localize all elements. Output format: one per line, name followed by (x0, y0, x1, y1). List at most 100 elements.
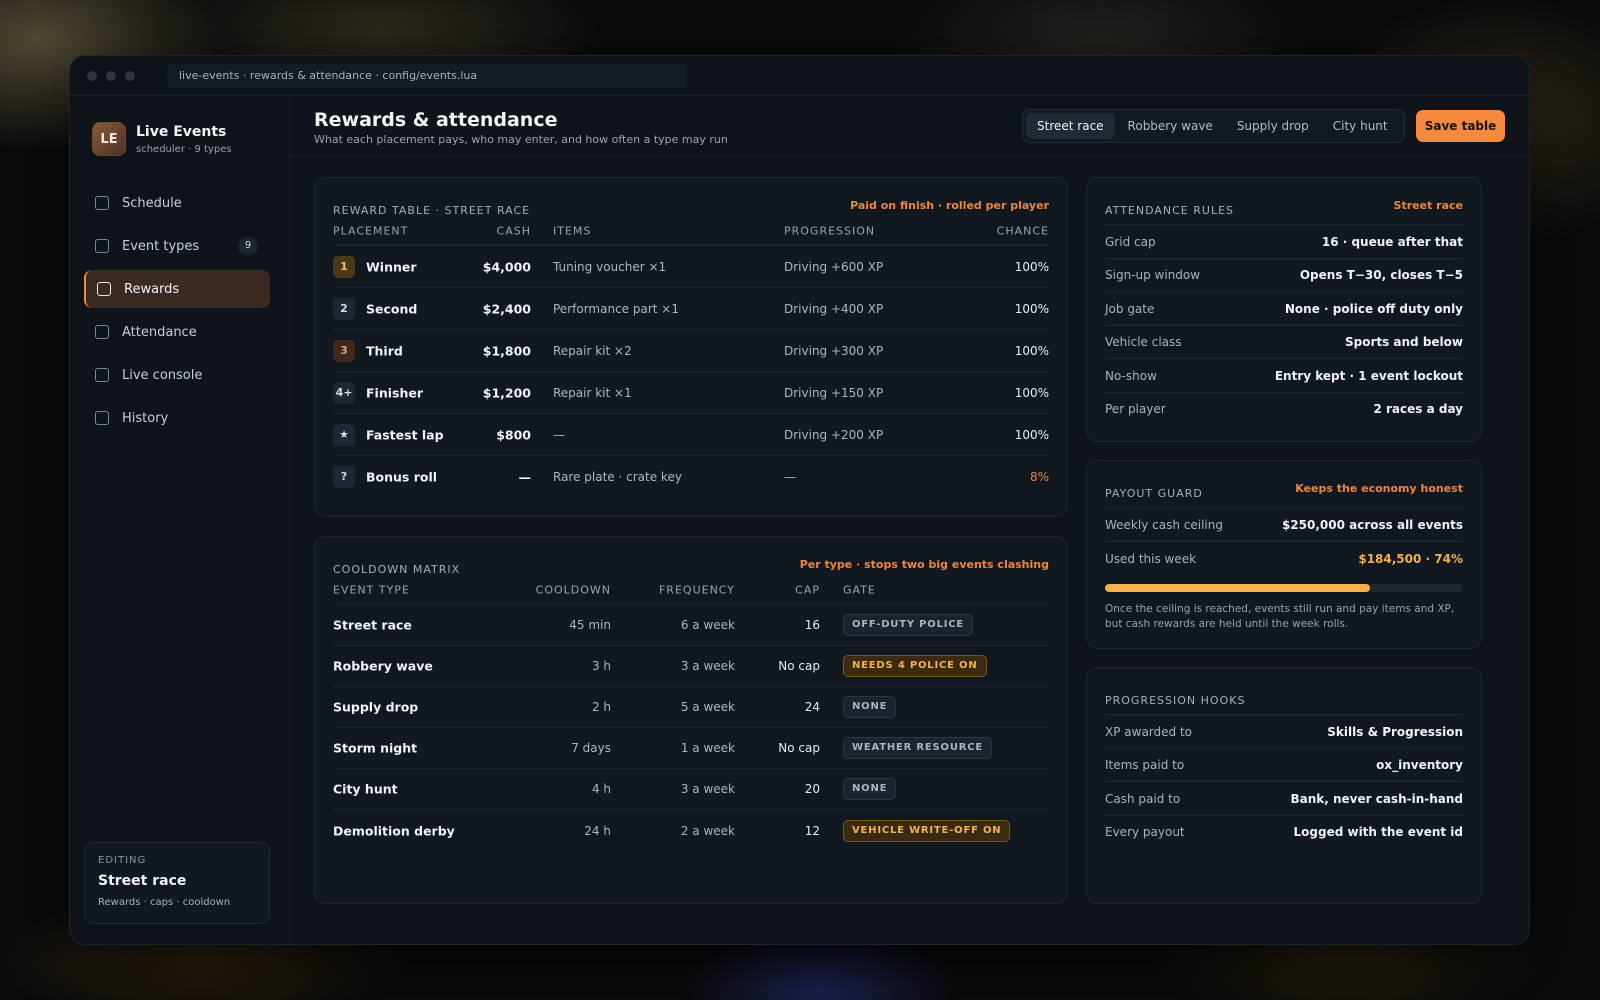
info-row: Cash paid to Bank, never cash-in-hand (1105, 781, 1463, 815)
row-key: No-show (1105, 368, 1157, 383)
brand-name: Live Events (136, 123, 227, 140)
frequency-value: 3 a week (680, 782, 735, 796)
cap-value: 24 (804, 700, 820, 714)
frequency-value: 1 a week (680, 741, 735, 755)
title-bar: live-events · rewards & attendance · con… (70, 56, 1529, 96)
close-window-dot[interactable] (87, 70, 97, 81)
tab-city-hunt[interactable]: City hunt (1322, 113, 1399, 139)
info-row: Sign-up window Opens T−30, closes T−5 (1105, 257, 1463, 292)
checkbox-icon (95, 325, 109, 339)
cooldown-value: 2 h (591, 700, 611, 714)
event-type-name: Demolition derby (333, 823, 455, 838)
placement-name: Finisher (366, 385, 423, 400)
cap-value: 20 (804, 782, 820, 796)
chance-value: 100% (1014, 385, 1049, 400)
table-row[interactable]: 3 Third $1,800 Repair kit ×2 Driving +300 XP… (333, 330, 1049, 372)
column-header: EVENT TYPE (333, 583, 410, 596)
table-row[interactable]: 1 Winner $4,000 Tuning voucher ×1 Driving +6… (333, 246, 1049, 288)
cash-value: $1,200 (482, 385, 531, 400)
sidebar-item-label: Event types (122, 238, 200, 254)
sidebar-item-label: Live console (122, 367, 203, 383)
chance-value: 100% (1014, 427, 1049, 442)
cooldown-value: 45 min (569, 618, 611, 632)
editing-kicker: EDITING (98, 855, 147, 866)
used-row: Used this week $184,500 · 74% (1105, 541, 1463, 575)
sidebar-item-rewards[interactable]: Rewards (84, 270, 270, 308)
main-area: Rewards & attendance What each placement… (290, 96, 1529, 944)
row-key: Every payout (1105, 825, 1185, 839)
sidebar: LE Live Events scheduler · 9 types Sched… (70, 96, 290, 944)
card-note: Keeps the economy honest (1295, 482, 1463, 495)
sidebar-item-schedule[interactable]: Schedule (84, 184, 270, 222)
row-key: Items paid to (1105, 758, 1185, 772)
column-header: CAP (795, 583, 820, 596)
table-row[interactable]: Robbery wave 3 h 3 a week No cap NEEDS 4 POL… (333, 646, 1049, 687)
frequency-value: 5 a week (680, 700, 735, 714)
info-row: Per player 2 races a day (1105, 391, 1463, 426)
address-bar[interactable]: live-events · rewards & attendance · con… (167, 63, 687, 88)
chance-value: 100% (1014, 301, 1049, 316)
tab-robbery-wave[interactable]: Robbery wave (1117, 113, 1224, 139)
gate-badge: NEEDS 4 POLICE ON (843, 655, 987, 677)
row-value: Entry kept · 1 event lockout (1274, 368, 1463, 383)
table-row[interactable]: Street race 45 min 6 a week 16 OFF-DUTY POLI… (333, 605, 1049, 646)
event-type-name: Storm night (333, 740, 418, 756)
cap-value: No cap (778, 659, 820, 673)
progression-hooks-card: PROGRESSION HOOKS XP awarded to Skills & … (1086, 667, 1482, 904)
cap-value: No cap (778, 741, 820, 755)
cooldown-matrix-card: COOLDOWN MATRIX Per type · stops two big… (314, 536, 1068, 904)
tab-supply-drop[interactable]: Supply drop (1226, 113, 1320, 139)
cash-value: $800 (496, 427, 531, 442)
card-note: Paid on finish · rolled per player (850, 199, 1049, 212)
row-key: Job gate (1105, 301, 1155, 316)
row-value: 2 races a day (1373, 402, 1463, 416)
progression-value: Driving +150 XP (784, 385, 884, 400)
attendance-rules-card: ATTENDANCE RULES Street race Grid cap 16 … (1086, 177, 1482, 442)
placement-badge: ★ (333, 423, 355, 446)
placement-name: Bonus roll (366, 469, 438, 485)
guard-explanation: Once the ceiling is reached, events stil… (1105, 603, 1455, 630)
page-header: Rewards & attendance What each placement… (290, 96, 1529, 156)
sidebar-item-label: Attendance (122, 324, 197, 340)
sidebar-item-history[interactable]: History (84, 399, 270, 437)
maximize-window-dot[interactable] (125, 70, 135, 81)
table-header: EVENT TYPE COOLDOWN FREQUENCY CAP GATE (333, 575, 1049, 605)
progression-value: Driving +600 XP (784, 259, 884, 274)
table-row[interactable]: 2 Second $2,400 Performance part ×1 Driving … (333, 288, 1049, 330)
info-row: No-show Entry kept · 1 event lockout (1105, 358, 1463, 392)
table-row[interactable]: ★ Fastest lap $800 — Driving +200 XP 100% (333, 414, 1049, 456)
sidebar-item-event-types[interactable]: Event types 9 (84, 227, 270, 265)
info-row: Grid cap 16 · queue after that (1105, 224, 1463, 258)
sidebar-item-live-console[interactable]: Live console (84, 356, 270, 394)
row-value: Skills & Progression (1327, 724, 1463, 739)
minimize-window-dot[interactable] (106, 70, 116, 81)
table-row[interactable]: Supply drop 2 h 5 a week 24 NONE (333, 687, 1049, 728)
info-row: XP awarded to Skills & Progression (1105, 714, 1463, 748)
info-row: Items paid to ox_inventory (1105, 747, 1463, 782)
table-row[interactable]: City hunt 4 h 3 a week 20 NONE (333, 769, 1049, 810)
row-key: Weekly cash ceiling (1105, 517, 1223, 532)
table-row[interactable]: Storm night 7 days 1 a week No cap WEATHER R… (333, 728, 1049, 769)
placement-name: Second (366, 301, 418, 316)
info-row: Vehicle class Sports and below (1105, 324, 1463, 359)
reward-table-card: REWARD TABLE · STREET RACE Paid on finis… (314, 177, 1068, 517)
row-key: Sign-up window (1105, 268, 1201, 282)
sidebar-item-label: Schedule (122, 195, 182, 211)
column-header: FREQUENCY (658, 583, 735, 596)
table-row[interactable]: 4+ Finisher $1,200 Repair kit ×1 Driving +15… (333, 372, 1049, 414)
sidebar-item-label: History (122, 410, 169, 426)
app-window: live-events · rewards & attendance · con… (69, 55, 1530, 945)
table-row[interactable]: Demolition derby 24 h 2 a week 12 VEHICLE WR… (333, 810, 1049, 851)
row-value: Logged with the event id (1293, 825, 1464, 839)
cap-value: 12 (804, 823, 820, 838)
cooldown-value: 3 h (591, 659, 611, 673)
tab-street-race[interactable]: Street race (1026, 113, 1115, 139)
app-logo: LE (92, 122, 126, 156)
progression-value: Driving +300 XP (784, 343, 884, 358)
table-row[interactable]: ? Bonus roll — Rare plate · crate key — 8% (333, 456, 1049, 498)
event-type-name: Robbery wave (333, 658, 433, 674)
save-table-button[interactable]: Save table (1416, 110, 1505, 142)
row-value: Sports and below (1344, 335, 1463, 349)
sidebar-item-attendance[interactable]: Attendance (84, 313, 270, 351)
usage-progress-bar (1105, 584, 1463, 592)
